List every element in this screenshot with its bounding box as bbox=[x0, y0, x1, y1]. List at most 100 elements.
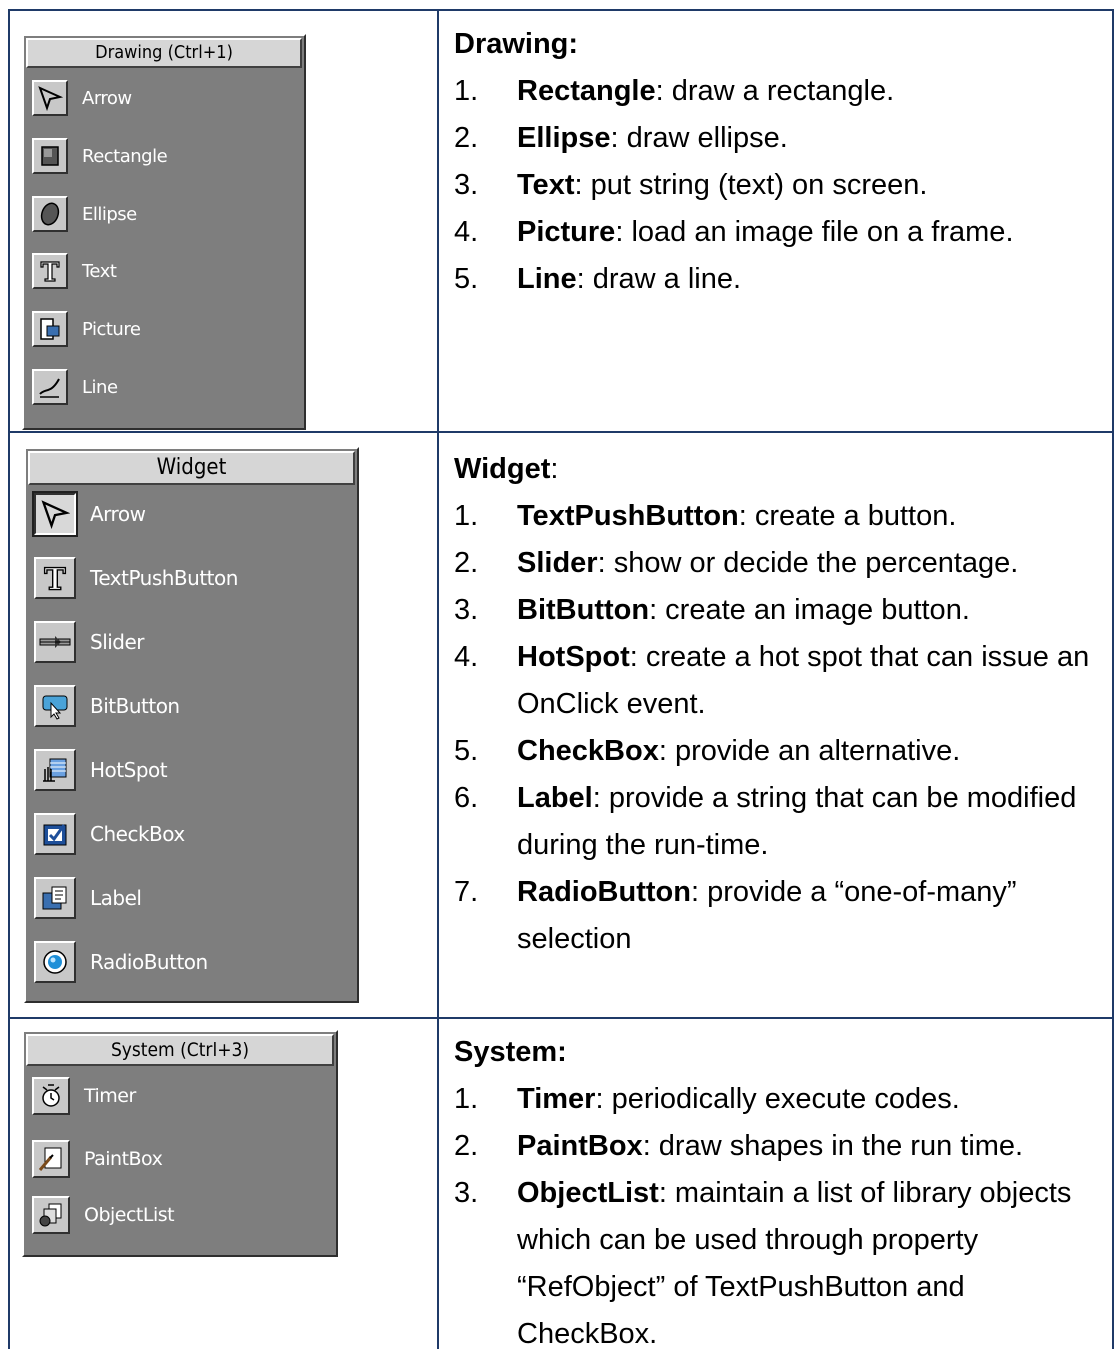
tool-label: CheckBox bbox=[90, 822, 185, 846]
tool-radiobutton[interactable]: RadioButton bbox=[34, 941, 208, 983]
tool-label: Arrow bbox=[90, 502, 146, 526]
tool-rectangle[interactable]: Rectangle bbox=[32, 138, 168, 174]
tool-label: Arrow bbox=[82, 87, 132, 109]
tool-label: Line bbox=[82, 376, 118, 398]
row-divider bbox=[8, 431, 1114, 433]
objectlist-icon bbox=[32, 1196, 70, 1234]
tool-label: HotSpot bbox=[90, 758, 168, 782]
section-heading-label: System: bbox=[454, 1036, 567, 1068]
tool-label: RadioButton bbox=[90, 950, 208, 974]
hotspot-icon bbox=[34, 749, 76, 791]
item-term: Line bbox=[517, 263, 577, 295]
item-term: BitButton bbox=[517, 594, 650, 626]
tool-label: Ellipse bbox=[82, 203, 137, 225]
item-number: 4. bbox=[454, 641, 479, 673]
tool-objectlist[interactable]: ObjectList bbox=[32, 1196, 175, 1234]
tool-label: PaintBox bbox=[84, 1148, 163, 1170]
radiobutton-icon bbox=[34, 941, 76, 983]
item-number: 1. bbox=[454, 1083, 479, 1115]
tool-text[interactable]: Text bbox=[32, 253, 117, 289]
list-item: 2. Slider: show or decide the percentage. bbox=[454, 540, 1104, 587]
item-term: Label bbox=[517, 782, 593, 814]
item-text: TextPushButton: create a button. bbox=[517, 493, 1104, 540]
tool-timer[interactable]: Timer bbox=[32, 1077, 136, 1115]
list-item: 1. TextPushButton: create a button. bbox=[454, 493, 1104, 540]
section-heading-suffix: : bbox=[550, 453, 559, 485]
bitbutton-icon bbox=[34, 685, 76, 727]
item-description: : put string (text) on screen. bbox=[574, 169, 928, 201]
text-icon bbox=[32, 253, 68, 289]
list-item: 3. Text: put string (text) on screen. bbox=[454, 162, 1104, 209]
list-item: 1. Timer: periodically execute codes. bbox=[454, 1076, 1104, 1123]
palette-title: Widget bbox=[28, 451, 355, 485]
item-description: : provide an alternative. bbox=[658, 735, 961, 767]
ellipse-icon bbox=[32, 196, 68, 232]
tool-textpushbutton[interactable]: TextPushButton bbox=[34, 557, 238, 599]
system-description: System: 1. Timer: periodically execute co… bbox=[454, 1029, 1104, 1358]
list-item: 3. ObjectList: maintain a list of library… bbox=[454, 1170, 1104, 1358]
tool-arrow[interactable]: Arrow bbox=[32, 80, 132, 116]
item-text: Label: provide a string that can be modi… bbox=[517, 775, 1104, 869]
item-number: 2. bbox=[454, 1130, 479, 1162]
item-term: TextPushButton bbox=[517, 500, 739, 532]
timer-icon bbox=[32, 1077, 70, 1115]
slider-icon bbox=[34, 621, 76, 663]
item-number: 1. bbox=[454, 500, 479, 532]
tool-slider[interactable]: Slider bbox=[34, 621, 145, 663]
tool-line[interactable]: Line bbox=[32, 369, 118, 405]
picture-icon bbox=[32, 311, 68, 347]
tool-paintbox[interactable]: PaintBox bbox=[32, 1140, 163, 1178]
list-item: 3. BitButton: create an image button. bbox=[454, 587, 1104, 634]
list-item: 6. Label: provide a string that can be mo… bbox=[454, 775, 1104, 869]
list-item: 5. CheckBox: provide an alternative. bbox=[454, 728, 1104, 775]
item-text: PaintBox: draw shapes in the run time. bbox=[517, 1123, 1104, 1170]
label-icon bbox=[34, 877, 76, 919]
components-table: Drawing (Ctrl+1) Arrow Rectangle Ellipse… bbox=[8, 11, 1114, 1350]
checkbox-icon bbox=[34, 813, 76, 855]
section-heading: Drawing: bbox=[454, 21, 1104, 68]
section-heading: Widget: bbox=[454, 446, 1104, 493]
item-text: Ellipse: draw ellipse. bbox=[517, 115, 1104, 162]
tool-label: Picture bbox=[82, 318, 141, 340]
palette-title: System (Ctrl+3) bbox=[26, 1034, 334, 1066]
item-number: 6. bbox=[454, 782, 479, 814]
list-item: 2. PaintBox: draw shapes in the run time. bbox=[454, 1123, 1104, 1170]
item-term: CheckBox bbox=[517, 735, 659, 767]
tool-ellipse[interactable]: Ellipse bbox=[32, 196, 137, 232]
list-item: 7. RadioButton: provide a “one-of-many” s… bbox=[454, 869, 1104, 963]
tool-picture[interactable]: Picture bbox=[32, 311, 141, 347]
tool-checkbox[interactable]: CheckBox bbox=[34, 813, 185, 855]
arrow-icon bbox=[32, 80, 68, 116]
item-term: Timer bbox=[517, 1083, 596, 1115]
item-number: 3. bbox=[454, 1177, 479, 1209]
item-description: : draw shapes in the run time. bbox=[642, 1130, 1024, 1162]
item-term: Ellipse bbox=[517, 122, 611, 154]
paintbox-icon bbox=[32, 1140, 70, 1178]
item-text: Picture: load an image file on a frame. bbox=[517, 209, 1104, 256]
item-description: : create a button. bbox=[738, 500, 957, 532]
item-term: Text bbox=[517, 169, 575, 201]
tool-hotspot[interactable]: HotSpot bbox=[34, 749, 168, 791]
tool-label[interactable]: Label bbox=[34, 877, 142, 919]
item-term: RadioButton bbox=[517, 876, 691, 908]
item-term: Picture bbox=[517, 216, 616, 248]
item-description: : show or decide the percentage. bbox=[597, 547, 1019, 579]
item-description: : load an image file on a frame. bbox=[615, 216, 1014, 248]
item-text: RadioButton: provide a “one-of-many” sel… bbox=[517, 869, 1104, 963]
item-description: : provide a string that can be modified … bbox=[517, 782, 1077, 861]
drawing-palette: Drawing (Ctrl+1) Arrow Rectangle Ellipse… bbox=[22, 34, 306, 430]
item-text: Slider: show or decide the percentage. bbox=[517, 540, 1104, 587]
item-number: 2. bbox=[454, 547, 479, 579]
tool-bitbutton[interactable]: BitButton bbox=[34, 685, 180, 727]
item-number: 7. bbox=[454, 876, 479, 908]
list-item: 2. Ellipse: draw ellipse. bbox=[454, 115, 1104, 162]
tool-arrow[interactable]: Arrow bbox=[32, 491, 146, 537]
item-number: 2. bbox=[454, 122, 479, 154]
item-text: Text: put string (text) on screen. bbox=[517, 162, 1104, 209]
tool-label: Text bbox=[82, 260, 117, 282]
item-number: 5. bbox=[454, 263, 479, 295]
row-divider bbox=[8, 1017, 1114, 1019]
item-text: Rectangle: draw a rectangle. bbox=[517, 68, 1104, 115]
tool-label: Slider bbox=[90, 630, 145, 654]
system-palette: System (Ctrl+3) Timer PaintBox ObjectLis… bbox=[22, 1030, 338, 1257]
